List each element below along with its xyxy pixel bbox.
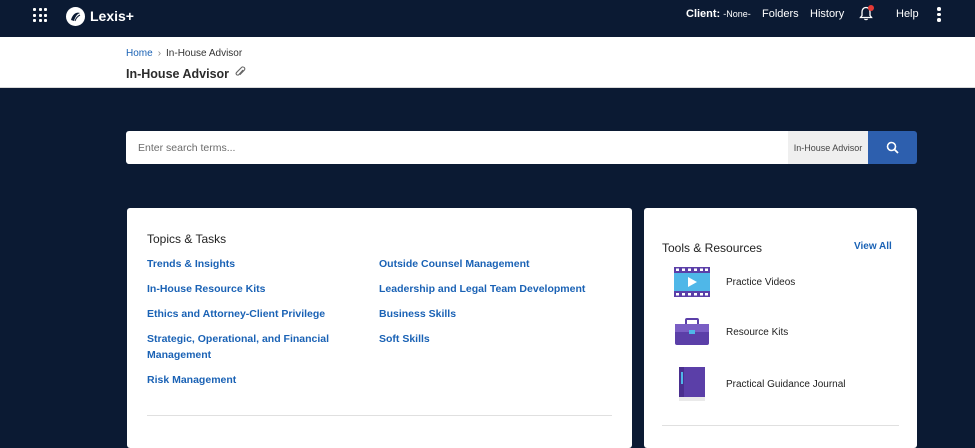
topic-link-leadership[interactable]: Leadership and Legal Team Development — [379, 281, 585, 297]
topic-link-trends-insights[interactable]: Trends & Insights — [147, 256, 235, 272]
client-label: Client: — [686, 8, 721, 20]
paperclip-icon[interactable] — [235, 66, 246, 81]
tool-item-resource-kits[interactable]: Resource Kits — [674, 314, 894, 350]
brand-name: Lexis+ — [90, 8, 134, 24]
topics-divider — [147, 415, 612, 416]
search-input[interactable] — [126, 131, 788, 164]
topic-link-strategic[interactable]: Strategic, Operational, and Financial Ma… — [147, 331, 337, 363]
journal-icon — [674, 366, 710, 402]
search-button[interactable] — [868, 131, 917, 164]
search-bar: In-House Advisor — [126, 131, 917, 164]
more-options-icon[interactable] — [937, 7, 941, 22]
briefcase-icon — [674, 314, 710, 350]
tool-item-practical-guidance-journal[interactable]: Practical Guidance Journal — [674, 366, 894, 402]
tools-divider — [662, 425, 899, 426]
breadcrumb-current: In-House Advisor — [166, 48, 243, 59]
top-navigation-bar: Lexis+ Client: -None- Folders History 3 … — [0, 0, 975, 37]
tool-label: Practice Videos — [726, 276, 796, 288]
topics-title: Topics & Tasks — [147, 232, 227, 246]
tool-item-practice-videos[interactable]: Practice Videos — [674, 264, 894, 300]
tools-title: Tools & Resources — [662, 241, 763, 255]
page-title: In-House Advisor — [126, 66, 230, 81]
lexis-logo-mark-icon — [66, 6, 85, 26]
tools-resources-card: Tools & Resources View All Practice Vide… — [644, 208, 917, 448]
notification-badge: 3 — [868, 5, 874, 11]
topic-link-risk-management[interactable]: Risk Management — [147, 372, 236, 388]
app-grid-icon[interactable] — [33, 8, 47, 22]
client-selector[interactable]: Client: -None- — [686, 8, 751, 20]
view-all-link[interactable]: View All — [854, 241, 892, 252]
topic-link-outside-counsel[interactable]: Outside Counsel Management — [379, 256, 530, 272]
search-scope[interactable]: In-House Advisor — [788, 131, 868, 164]
tool-label: Practical Guidance Journal — [726, 378, 846, 390]
help-link[interactable]: Help — [896, 8, 919, 20]
page-title-row: In-House Advisor — [126, 66, 246, 81]
video-icon — [674, 264, 710, 300]
breadcrumb: Home › In-House Advisor — [126, 48, 242, 59]
topic-link-resource-kits[interactable]: In-House Resource Kits — [147, 281, 265, 297]
topic-link-soft-skills[interactable]: Soft Skills — [379, 331, 430, 347]
folders-link[interactable]: Folders — [762, 8, 799, 20]
topic-link-business-skills[interactable]: Business Skills — [379, 306, 456, 322]
breadcrumb-home[interactable]: Home — [126, 48, 153, 59]
history-link[interactable]: History — [810, 8, 844, 20]
client-value: -None- — [723, 9, 751, 19]
tool-label: Resource Kits — [726, 326, 789, 338]
topic-link-ethics[interactable]: Ethics and Attorney-Client Privilege — [147, 306, 325, 322]
lexis-logo[interactable]: Lexis+ — [66, 5, 134, 27]
topics-tasks-card: Topics & Tasks Trends & Insights In-Hous… — [127, 208, 632, 448]
search-icon — [886, 141, 899, 154]
breadcrumb-chevron-icon: › — [157, 48, 162, 59]
page-header: Home › In-House Advisor In-House Advisor — [0, 37, 975, 88]
